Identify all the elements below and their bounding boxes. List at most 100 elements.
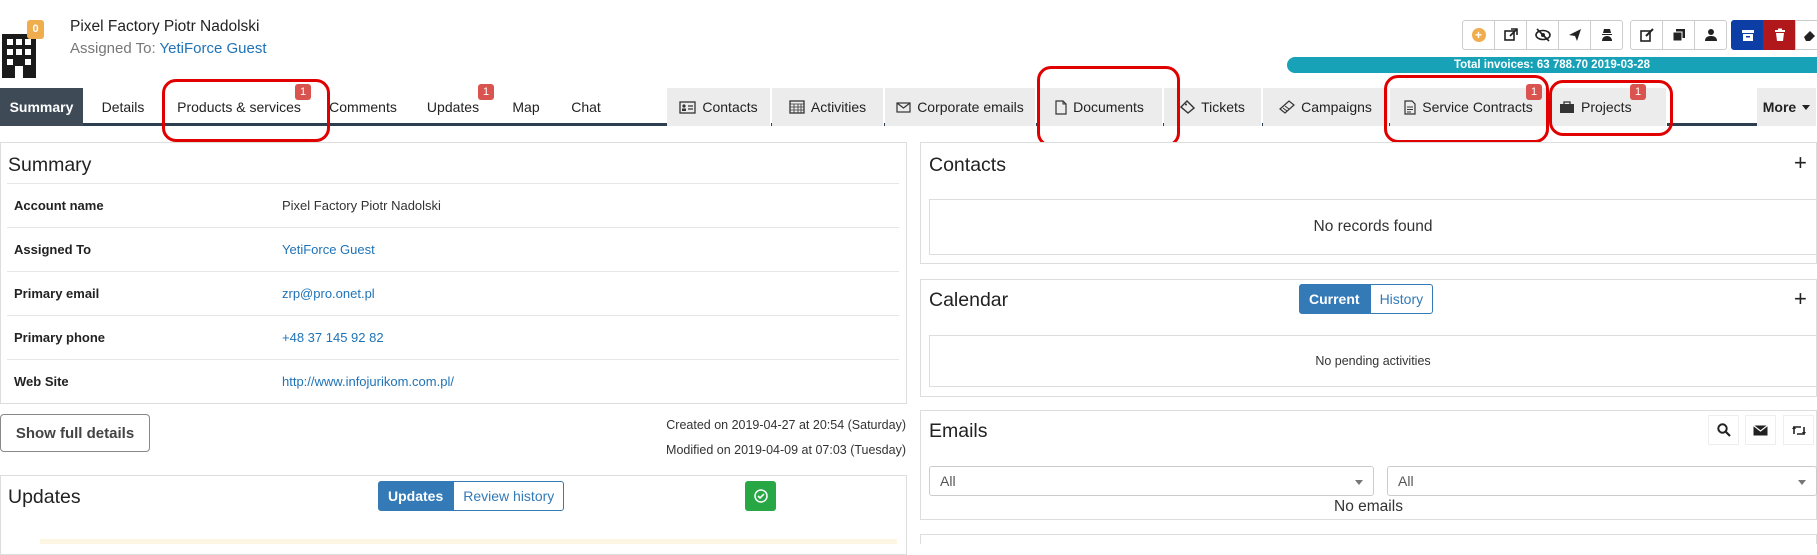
email-search-button[interactable]: [1708, 415, 1739, 445]
contacts-title: Contacts: [929, 154, 1006, 176]
tab-details[interactable]: Details: [83, 88, 163, 126]
envelope-icon: [1753, 424, 1768, 435]
assigned-prefix: Assigned To:: [70, 40, 156, 57]
tab-map[interactable]: Map: [500, 88, 552, 126]
updates-title: Updates: [8, 486, 81, 508]
address-card-icon: [679, 100, 697, 114]
account-name-title: Pixel Factory Piotr Nadolski: [70, 18, 260, 35]
email-filter-select-1[interactable]: All: [929, 466, 1374, 496]
review-history-button[interactable]: Review history: [453, 481, 565, 511]
summary-title: Summary: [8, 154, 92, 176]
campaign-icon: [1279, 100, 1296, 114]
external-link-icon: [1503, 28, 1518, 41]
field-value-link[interactable]: http://www.infojurikom.com.pl/: [282, 374, 454, 389]
email-refresh-button[interactable]: [1783, 415, 1814, 445]
add-contact-icon[interactable]: +: [1794, 150, 1807, 176]
field-label: Web Site: [14, 374, 69, 389]
assigned-user-link[interactable]: YetiForce Guest: [160, 40, 267, 57]
tab-summary[interactable]: Summary: [0, 88, 83, 126]
calendar-empty-message: No pending activities: [929, 335, 1817, 387]
send-button[interactable]: [1558, 20, 1591, 50]
mark-reviewed-button[interactable]: [745, 481, 776, 511]
tab-chat[interactable]: Chat: [560, 88, 612, 126]
tab-campaigns[interactable]: Campaigns: [1263, 88, 1389, 126]
ticket-icon: [1180, 100, 1196, 114]
highlight-ring-service-contracts: [1384, 75, 1549, 143]
calendar-current-button[interactable]: Current: [1299, 284, 1370, 314]
calendar-title: Calendar: [929, 289, 1009, 311]
trash-icon: [1774, 28, 1785, 41]
email-filter-2-value: All: [1398, 473, 1414, 489]
edit-icon: [1639, 28, 1654, 42]
email-filter-select-2[interactable]: All: [1387, 466, 1817, 496]
field-value: Pixel Factory Piotr Nadolski: [282, 198, 441, 213]
field-value-link[interactable]: +48 37 145 92 82: [282, 330, 384, 345]
caret-down-icon: [1355, 480, 1363, 485]
field-value-link[interactable]: zrp@pro.onet.pl: [282, 286, 375, 301]
edit-button[interactable]: [1630, 20, 1663, 50]
calendar-toggle: Current History: [1299, 284, 1434, 314]
emails-empty-message: No emails: [1334, 498, 1403, 515]
caret-down-icon: [1802, 104, 1811, 110]
field-value-link[interactable]: YetiForce Guest: [282, 242, 375, 257]
email-filter-1-value: All: [940, 473, 956, 489]
field-row-primary-email: Primary email zrp@pro.onet.pl: [7, 271, 899, 315]
send-icon: [1568, 29, 1581, 41]
search-icon: [1716, 423, 1731, 437]
updates-toggle: Updates Review history: [378, 481, 565, 511]
caret-down-icon: [1798, 480, 1806, 485]
tab-comments[interactable]: Comments: [320, 88, 406, 126]
emails-title: Emails: [929, 420, 988, 442]
action-toolbar-2: [1630, 20, 1727, 50]
clear-button[interactable]: [1795, 20, 1817, 50]
field-row-account-name: Account name Pixel Factory Piotr Nadolski: [7, 183, 899, 227]
tab-activities-label: Activities: [810, 99, 867, 115]
archive-icon: [1741, 30, 1754, 41]
user-button[interactable]: [1694, 20, 1727, 50]
field-row-primary-phone: Primary phone +48 37 145 92 82: [7, 315, 899, 359]
tab-activities[interactable]: Activities: [772, 88, 884, 126]
field-label: Account name: [14, 198, 104, 213]
add-event-icon[interactable]: +: [1794, 286, 1807, 312]
show-full-details-button[interactable]: Show full details: [0, 414, 150, 452]
duplicate-button[interactable]: [1662, 20, 1695, 50]
next-panel-edge: [920, 534, 1817, 544]
delete-button[interactable]: [1763, 20, 1796, 50]
add-icon: +: [1471, 28, 1486, 42]
tab-contacts[interactable]: Contacts: [667, 88, 771, 126]
tab-campaigns-label: Campaigns: [1301, 99, 1372, 115]
updates-view-button[interactable]: Updates: [378, 481, 454, 511]
field-row-assigned-to: Assigned To YetiForce Guest: [7, 227, 899, 271]
hide-button[interactable]: [1526, 20, 1559, 50]
calendar-history-button[interactable]: History: [1369, 284, 1434, 314]
tab-corporate-emails-label: Corporate emails: [917, 99, 1024, 115]
record-badge: 0: [27, 20, 44, 39]
field-row-web-site: Web Site http://www.infojurikom.com.pl/: [7, 359, 899, 403]
highlight-ring-documents: [1037, 66, 1180, 147]
field-label: Primary email: [14, 286, 100, 301]
modified-on-text: Modified on 2019-04-09 at 07:03 (Tuesday…: [666, 443, 906, 457]
check-circle-icon: [753, 489, 768, 503]
email-compose-button[interactable]: [1745, 415, 1776, 445]
private-button[interactable]: [1590, 20, 1623, 50]
highlight-ring-products: [162, 79, 330, 142]
user-secret-icon: [1601, 29, 1612, 41]
add-button[interactable]: +: [1462, 20, 1495, 50]
eraser-icon: [1804, 31, 1815, 41]
tab-more-label: More: [1762, 99, 1797, 115]
highlight-ring-projects: [1549, 80, 1673, 136]
calendar-icon: [789, 100, 805, 114]
copy-icon: [1672, 29, 1685, 42]
tab-tickets-label: Tickets: [1201, 99, 1245, 115]
action-toolbar-3: [1731, 20, 1817, 50]
open-external-button[interactable]: [1494, 20, 1527, 50]
tab-updates[interactable]: Updates: [420, 88, 486, 126]
tab-more[interactable]: More: [1757, 88, 1817, 126]
field-label: Assigned To: [14, 242, 92, 257]
assigned-to-line: Assigned To: YetiForce Guest: [70, 40, 267, 57]
archive-button[interactable]: [1731, 20, 1764, 50]
total-invoices-bar: Total invoices: 63 788.70 2019-03-28: [1287, 57, 1817, 73]
action-toolbar-1: +: [1462, 20, 1623, 50]
updates-count-badge: 1: [478, 84, 494, 100]
tab-corporate-emails[interactable]: Corporate emails: [885, 88, 1036, 126]
